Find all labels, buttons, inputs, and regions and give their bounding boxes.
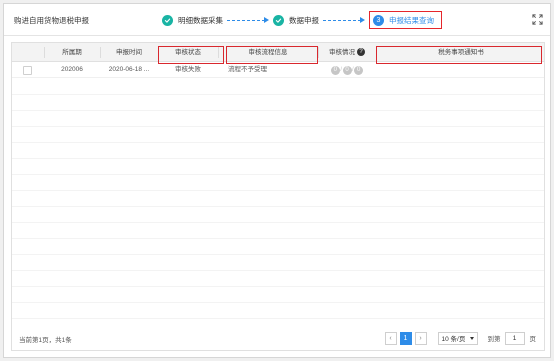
step-arrow-icon (323, 16, 365, 24)
column-header-notice[interactable]: 税务事项通知书 (376, 43, 546, 62)
fullscreen-icon[interactable] (532, 14, 543, 25)
check-icon (273, 14, 284, 26)
page-header: 购进自用货物退税申报 明细数据采集 数据申报 3 申报结果查询 (4, 4, 550, 36)
result-badge[interactable]: 0 (342, 65, 352, 75)
cell-audit-result: 0/0/0 (318, 62, 376, 78)
table-header: 所属期 申报时间 审核状态 审核流程信息 审核情况? 税务事项通知书 (12, 43, 544, 62)
step-result-query[interactable]: 3 申报结果查询 (369, 11, 442, 29)
row-checkbox[interactable] (23, 66, 32, 75)
step-arrow-icon (227, 16, 269, 24)
cell-declare-time: 2020-06-18 ... (108, 66, 150, 73)
empty-rows (12, 79, 544, 329)
step-label: 明细数据采集 (178, 15, 223, 25)
page-size-value: 10 条/页 (441, 336, 466, 343)
column-header-declare-time[interactable]: 申报时间 (100, 43, 158, 62)
step-number: 3 (373, 14, 384, 26)
next-page-button[interactable]: › (414, 331, 427, 345)
cell-audit-status: 审核失败 (175, 66, 201, 73)
select-column-header (12, 43, 44, 62)
page-title: 购进自用货物退税申报 (14, 16, 89, 25)
help-icon[interactable]: ? (357, 48, 365, 57)
result-badge[interactable]: 0 (330, 65, 340, 75)
prev-page-button[interactable]: ‹ (384, 331, 397, 345)
cell-notice (376, 62, 546, 78)
goto-label: 到第 (487, 336, 501, 343)
table-footer: 当前第1页，共1条 ‹ 1 › 10 条/页 到第 1 页 (12, 328, 544, 350)
cell-audit-flow: 流程不予受理 (228, 66, 267, 73)
step-detail-collection[interactable]: 明细数据采集 (162, 11, 223, 29)
table-body: 202006 2020-06-18 ... 审核失败 流程不予受理 0/0/0 (12, 62, 544, 78)
column-header-audit-flow[interactable]: 审核流程信息 (218, 43, 318, 62)
column-header-audit-result[interactable]: 审核情况? (318, 43, 376, 62)
goto-page-input[interactable]: 1 (504, 331, 525, 345)
check-icon (162, 14, 173, 26)
chevron-right-icon: › (419, 334, 422, 342)
step-data-declare[interactable]: 数据申报 (273, 11, 319, 29)
page-button-current[interactable]: 1 (399, 331, 412, 345)
step-indicator: 明细数据采集 数据申报 3 申报结果查询 (162, 11, 442, 29)
pagination: ‹ 1 › 10 条/页 到第 1 页 (384, 331, 537, 345)
cell-period: 202006 (61, 66, 83, 73)
page-summary: 当前第1页，共1条 (19, 337, 72, 344)
step-label: 申报结果查询 (389, 15, 434, 25)
result-table-panel: 所属期 申报时间 审核状态 审核流程信息 审核情况? 税务事项通知书 20200… (11, 42, 545, 351)
app-window: 购进自用货物退税申报 明细数据采集 数据申报 3 申报结果查询 所属期 申报时间… (3, 3, 551, 358)
caret-down-icon (469, 336, 474, 340)
page-size-select[interactable]: 10 条/页 (437, 331, 478, 345)
chevron-left-icon: ‹ (389, 334, 392, 342)
step-label: 数据申报 (289, 15, 319, 25)
result-badge[interactable]: 0 (354, 65, 364, 75)
page-suffix: 页 (529, 336, 537, 343)
column-header-audit-status[interactable]: 审核状态 (158, 43, 218, 62)
audit-result-label: 审核情况 (329, 49, 355, 56)
table-row[interactable]: 202006 2020-06-18 ... 审核失败 流程不予受理 0/0/0 (12, 62, 544, 78)
column-header-period[interactable]: 所属期 (44, 43, 100, 62)
